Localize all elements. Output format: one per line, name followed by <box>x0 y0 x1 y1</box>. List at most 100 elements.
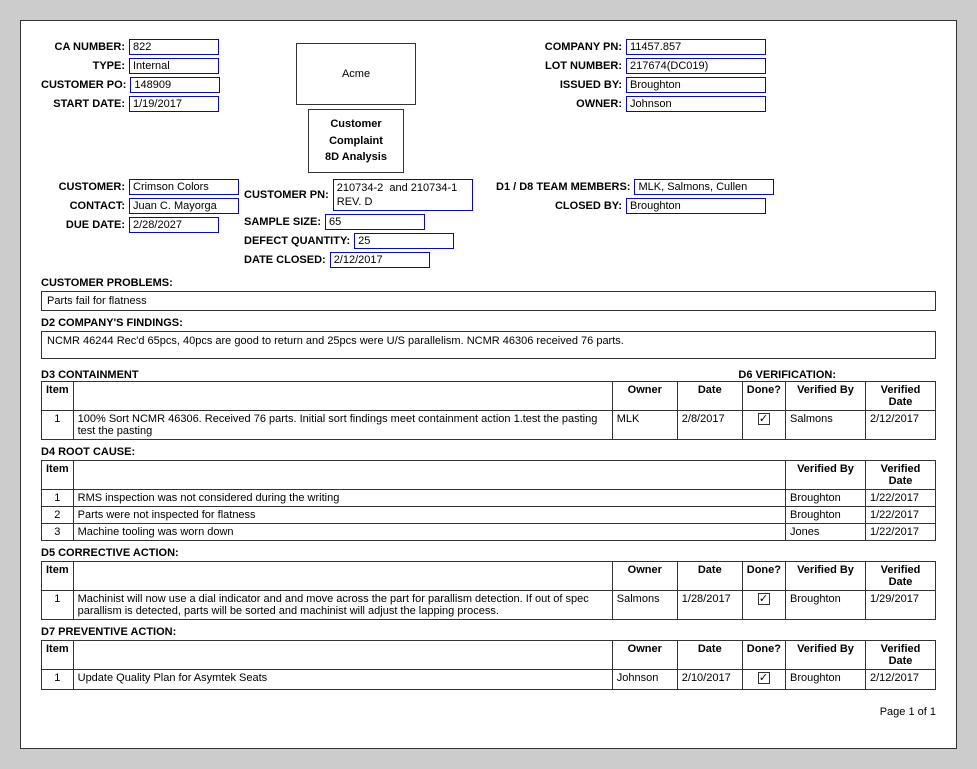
sample-size-row: SAMPLE SIZE: 65 <box>244 214 476 230</box>
d1d8-label: D1 / D8 TEAM MEMBERS: <box>496 181 634 193</box>
item-verified-by: Jones <box>786 524 866 541</box>
customer-pn-label: CUSTOMER PN: <box>244 189 333 201</box>
right-fields: COMPANY PN: 11457.857 LOT NUMBER: 217674… <box>476 39 936 115</box>
customer-problems-text: Parts fail for flatness <box>41 291 936 311</box>
date-closed-label: DATE CLOSED: <box>244 254 330 266</box>
d3-th-done: Done? <box>742 382 785 411</box>
table-row: 1 Machinist will now use a dial indicato… <box>42 591 936 620</box>
type-row: TYPE: Internal <box>41 58 236 74</box>
item-desc: Update Quality Plan for Asymtek Seats <box>73 670 612 690</box>
item-num: 2 <box>42 507 74 524</box>
start-date-value: 1/19/2017 <box>129 96 219 112</box>
d3-label: D3 CONTAINMENT <box>41 369 139 381</box>
type-label: TYPE: <box>41 60 129 72</box>
d5-table: Item Owner Date Done? Verified By Verifi… <box>41 561 936 620</box>
table-row: 2 Parts were not inspected for flatness … <box>42 507 936 524</box>
d7-label: D7 PREVENTIVE ACTION: <box>41 626 936 638</box>
middle-right: D1 / D8 TEAM MEMBERS: MLK, Salmons, Cull… <box>476 179 936 272</box>
item-verified-by: Salmons <box>786 411 866 440</box>
item-num: 1 <box>42 490 74 507</box>
d5-label: D5 CORRECTIVE ACTION: <box>41 547 936 559</box>
item-num: 1 <box>42 591 74 620</box>
due-date-value: 2/28/2027 <box>129 217 219 233</box>
item-desc: RMS inspection was not considered during… <box>73 490 785 507</box>
due-date-label: DUE DATE: <box>41 219 129 231</box>
item-verified-by: Broughton <box>786 507 866 524</box>
d7-th-desc <box>73 641 612 670</box>
d3-th-owner: Owner <box>612 382 677 411</box>
item-verified-by: Broughton <box>786 591 866 620</box>
item-done <box>742 670 785 690</box>
main-page: CA NUMBER: 822 TYPE: Internal CUSTOMER P… <box>20 20 957 749</box>
page-number: Page 1 of 1 <box>41 706 936 718</box>
closed-by-value: Broughton <box>626 198 766 214</box>
d7-th-owner: Owner <box>612 641 677 670</box>
table-row: 1 Update Quality Plan for Asymtek Seats … <box>42 670 936 690</box>
d5-th-vdate: Verified Date <box>866 562 936 591</box>
customer-po-value: 148909 <box>130 77 220 93</box>
customer-row: CUSTOMER: Crimson Colors <box>41 179 236 195</box>
customer-label: CUSTOMER: <box>41 181 129 193</box>
d2-text: NCMR 46244 Rec'd 65pcs, 40pcs are good t… <box>41 331 936 359</box>
d7-th-done: Done? <box>742 641 785 670</box>
d5-th-done: Done? <box>742 562 785 591</box>
d3-th-verified: Verified By <box>786 382 866 411</box>
start-date-row: START DATE: 1/19/2017 <box>41 96 236 112</box>
d3-table: Item Owner Date Done? Verified By Verifi… <box>41 381 936 440</box>
item-verified-date: 1/22/2017 <box>866 524 936 541</box>
item-done <box>742 411 785 440</box>
d5-th-date: Date <box>677 562 742 591</box>
title-box: CustomerComplaint8D Analysis <box>308 109 404 173</box>
company-pn-label: COMPANY PN: <box>496 41 626 53</box>
owner-value: Johnson <box>626 96 766 112</box>
item-desc: Parts were not inspected for flatness <box>73 507 785 524</box>
d4-th-verified: Verified By <box>786 461 866 490</box>
type-value: Internal <box>129 58 219 74</box>
lot-number-value: 217674(DC019) <box>626 58 766 74</box>
defect-qty-value: 25 <box>354 233 454 249</box>
item-owner: Johnson <box>612 670 677 690</box>
d3-th-date: Date <box>677 382 742 411</box>
d1d8-value: MLK, Salmons, Cullen <box>634 179 774 195</box>
middle-center: CUSTOMER PN: 210734-2 and 210734-1 REV. … <box>236 179 476 272</box>
owner-label: OWNER: <box>496 98 626 110</box>
d3-th-item: Item <box>42 382 74 411</box>
customer-po-label: CUSTOMER PO: <box>41 79 130 91</box>
issued-by-value: Broughton <box>626 77 766 93</box>
d7-th-date: Date <box>677 641 742 670</box>
ca-number-row: CA NUMBER: 822 <box>41 39 236 55</box>
customer-po-row: CUSTOMER PO: 148909 <box>41 77 236 93</box>
item-done <box>742 591 785 620</box>
d5-th-item: Item <box>42 562 74 591</box>
d7-th-item: Item <box>42 641 74 670</box>
customer-pn-value: 210734-2 and 210734-1 REV. D <box>333 179 473 212</box>
d3-th-vdate: Verified Date <box>866 382 936 411</box>
header-center: Acme CustomerComplaint8D Analysis <box>236 39 476 173</box>
item-verified-date: 1/22/2017 <box>866 490 936 507</box>
item-date: 2/10/2017 <box>677 670 742 690</box>
d3-th-desc <box>73 382 612 411</box>
item-owner: Salmons <box>612 591 677 620</box>
sample-size-value: 65 <box>325 214 425 230</box>
company-pn-value: 11457.857 <box>626 39 766 55</box>
ca-number-value: 822 <box>129 39 219 55</box>
item-verified-by: Broughton <box>786 490 866 507</box>
acme-label: Acme <box>342 68 370 80</box>
date-closed-row: DATE CLOSED: 2/12/2017 <box>244 252 476 268</box>
middle-fields: CUSTOMER: Crimson Colors CONTACT: Juan C… <box>41 179 936 272</box>
issued-by-label: ISSUED BY: <box>496 79 626 91</box>
customer-problems-label: CUSTOMER PROBLEMS: <box>41 277 936 289</box>
d7-th-verified: Verified By <box>786 641 866 670</box>
item-num: 3 <box>42 524 74 541</box>
left-fields: CA NUMBER: 822 TYPE: Internal CUSTOMER P… <box>41 39 236 115</box>
closed-by-label: CLOSED BY: <box>496 200 626 212</box>
d4-th-vdate: Verified Date <box>866 461 936 490</box>
lot-number-label: LOT NUMBER: <box>496 60 626 72</box>
table-row: 1 100% Sort NCMR 46306. Received 76 part… <box>42 411 936 440</box>
item-desc: Machine tooling was worn down <box>73 524 785 541</box>
item-desc: 100% Sort NCMR 46306. Received 76 parts.… <box>73 411 612 440</box>
middle-left: CUSTOMER: Crimson Colors CONTACT: Juan C… <box>41 179 236 272</box>
owner-row: OWNER: Johnson <box>496 96 936 112</box>
d5-th-verified: Verified By <box>786 562 866 591</box>
d5-th-desc <box>73 562 612 591</box>
